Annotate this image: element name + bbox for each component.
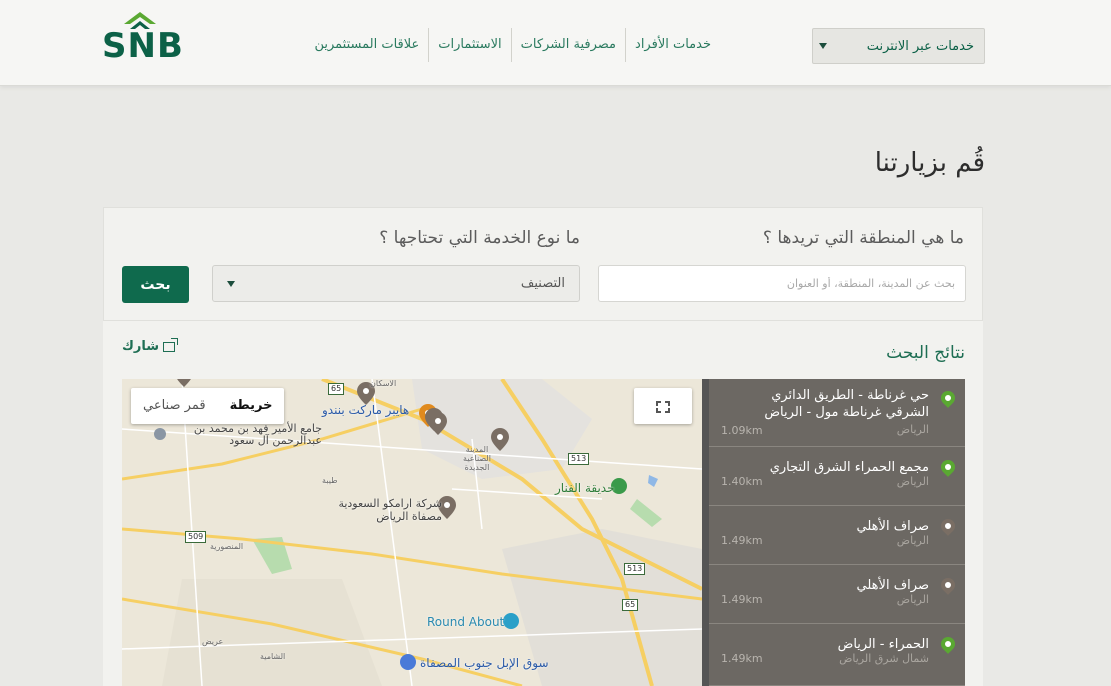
category-select[interactable]: التصنيف xyxy=(212,265,580,302)
map-label-camel-market: سوق الإبل جنوب المصفاة xyxy=(420,656,549,670)
service-question-label: ما نوع الخدمة التي تحتاجها ؟ xyxy=(379,228,580,248)
fullscreen-button[interactable] xyxy=(634,388,692,424)
road-shield: 65 xyxy=(328,383,345,395)
map-label-tayba: طيبة xyxy=(322,476,338,485)
result-city: الرياض xyxy=(896,475,929,488)
main-nav: علاقات المستثمرين الاستثمارات مصرفية الش… xyxy=(305,28,720,62)
result-city: الرياض xyxy=(896,423,929,436)
site-header: SNB علاقات المستثمرين الاستثمارات مصرفية… xyxy=(0,0,1111,86)
category-select-label: التصنيف xyxy=(520,276,565,291)
map-type-control: قمر صناعي خريطة xyxy=(131,388,285,424)
area-question-label: ما هي المنطقة التي تريدها ؟ xyxy=(762,228,964,248)
result-name: الحمراء - الرياض xyxy=(837,637,929,652)
satellite-view-button[interactable]: قمر صناعي xyxy=(131,388,218,424)
dropdown-arrow-icon xyxy=(227,280,235,287)
map-label-industrial: المدينة الصناعية الجديدة xyxy=(463,445,491,472)
logo-text: SNB xyxy=(102,26,184,66)
location-pin-icon xyxy=(938,457,958,477)
map-label-hyper: هايبر ماركت بنندو xyxy=(322,403,410,417)
result-distance: 1.40km xyxy=(721,475,763,488)
location-pin-icon xyxy=(938,634,958,654)
map-label-urayd: عريض xyxy=(202,637,224,646)
fullscreen-icon xyxy=(656,408,661,413)
map-label-aramco: شركة ارامكو السعودية مصفاة الرياض xyxy=(338,497,442,523)
map-water xyxy=(648,475,658,487)
nav-corporate-banking[interactable]: مصرفية الشركات xyxy=(510,28,625,62)
area-search-input[interactable] xyxy=(598,265,966,302)
mosque-poi-icon xyxy=(154,428,166,440)
map-green-area xyxy=(630,499,662,527)
location-pin-icon xyxy=(938,575,958,595)
result-distance: 1.49km xyxy=(721,593,763,606)
share-button[interactable]: شارك xyxy=(122,337,179,354)
nav-investor-relations[interactable]: علاقات المستثمرين xyxy=(305,28,428,62)
location-pin-icon xyxy=(938,388,958,408)
results-title: نتائج البحث xyxy=(886,343,965,363)
map-label-mosque: جامع الأمير فهد بن محمد بن عبدالرحمن آل … xyxy=(193,422,322,447)
result-city: شمال شرق الرياض xyxy=(839,652,929,665)
map-view-button[interactable]: خريطة xyxy=(218,388,285,424)
map-label-roundabout: Round About xyxy=(427,615,505,629)
nav-investments[interactable]: الاستثمارات xyxy=(428,28,510,62)
result-name: صراف الأهلي xyxy=(856,519,929,534)
market-poi-icon xyxy=(400,654,416,670)
result-item[interactable]: صراف الأهلي الرياض 1.49km xyxy=(709,506,965,565)
result-name: صراف الأهلي xyxy=(856,578,929,593)
dropdown-arrow-icon xyxy=(819,43,827,49)
nav-personal-services[interactable]: خدمات الأفراد xyxy=(625,28,720,62)
road-shield: 513 xyxy=(624,563,646,575)
result-distance: 1.09km xyxy=(721,424,763,437)
result-name: مجمع الحمراء الشرق التجاري xyxy=(769,460,929,475)
result-distance: 1.49km xyxy=(721,652,763,665)
fullscreen-icon xyxy=(665,401,670,406)
result-item[interactable]: صراف الأهلي الرياض 1.49km xyxy=(709,565,965,624)
page-title: قُم بزيارتنا xyxy=(874,148,985,178)
result-city: الرياض xyxy=(896,534,929,547)
map-urban-area xyxy=(162,579,382,686)
result-item[interactable]: حي غرناطة - الطريق الدائري الشرقي غرناطة… xyxy=(709,379,965,447)
branch-map[interactable]: هايبر ماركت بنندو جامع الأمير فهد بن محم… xyxy=(122,379,702,686)
map-label-mansouria: المنصورية xyxy=(210,542,244,551)
online-services-dropdown[interactable]: خدمات عبر الانترنت xyxy=(812,28,985,64)
search-button[interactable]: بحث xyxy=(122,266,189,303)
search-panel: ما هي المنطقة التي تريدها ؟ ما نوع الخدم… xyxy=(103,207,983,321)
map-label-park: حديقة الفنار xyxy=(555,481,615,495)
result-item[interactable]: مجمع الحمراء الشرق التجاري الرياض 1.40km xyxy=(709,447,965,506)
road-shield: 513 xyxy=(568,453,590,465)
snb-logo[interactable]: SNB xyxy=(102,12,204,66)
result-name: حي غرناطة - الطريق الدائري الشرقي غرناطة… xyxy=(764,388,929,420)
roundabout-poi-icon xyxy=(503,613,519,629)
fullscreen-icon xyxy=(665,408,670,413)
road-shield: 509 xyxy=(185,531,207,543)
online-services-label: خدمات عبر الانترنت xyxy=(866,38,974,54)
location-pin-icon xyxy=(938,516,958,536)
map-label-shamiya: الشامية xyxy=(260,652,286,661)
result-distance: 1.49km xyxy=(721,534,763,547)
fullscreen-icon xyxy=(656,401,661,406)
results-list: حي غرناطة - الطريق الدائري الشرقي غرناطة… xyxy=(702,379,965,686)
share-icon xyxy=(163,337,179,352)
road-shield: 65 xyxy=(622,599,639,611)
result-city: الرياض xyxy=(896,593,929,606)
result-item[interactable]: الحمراء - الرياض شمال شرق الرياض 1.49km xyxy=(709,624,965,686)
map-label-iskan: الاسكان xyxy=(370,379,397,388)
map-marker[interactable] xyxy=(175,379,193,387)
share-label: شارك xyxy=(122,339,160,354)
